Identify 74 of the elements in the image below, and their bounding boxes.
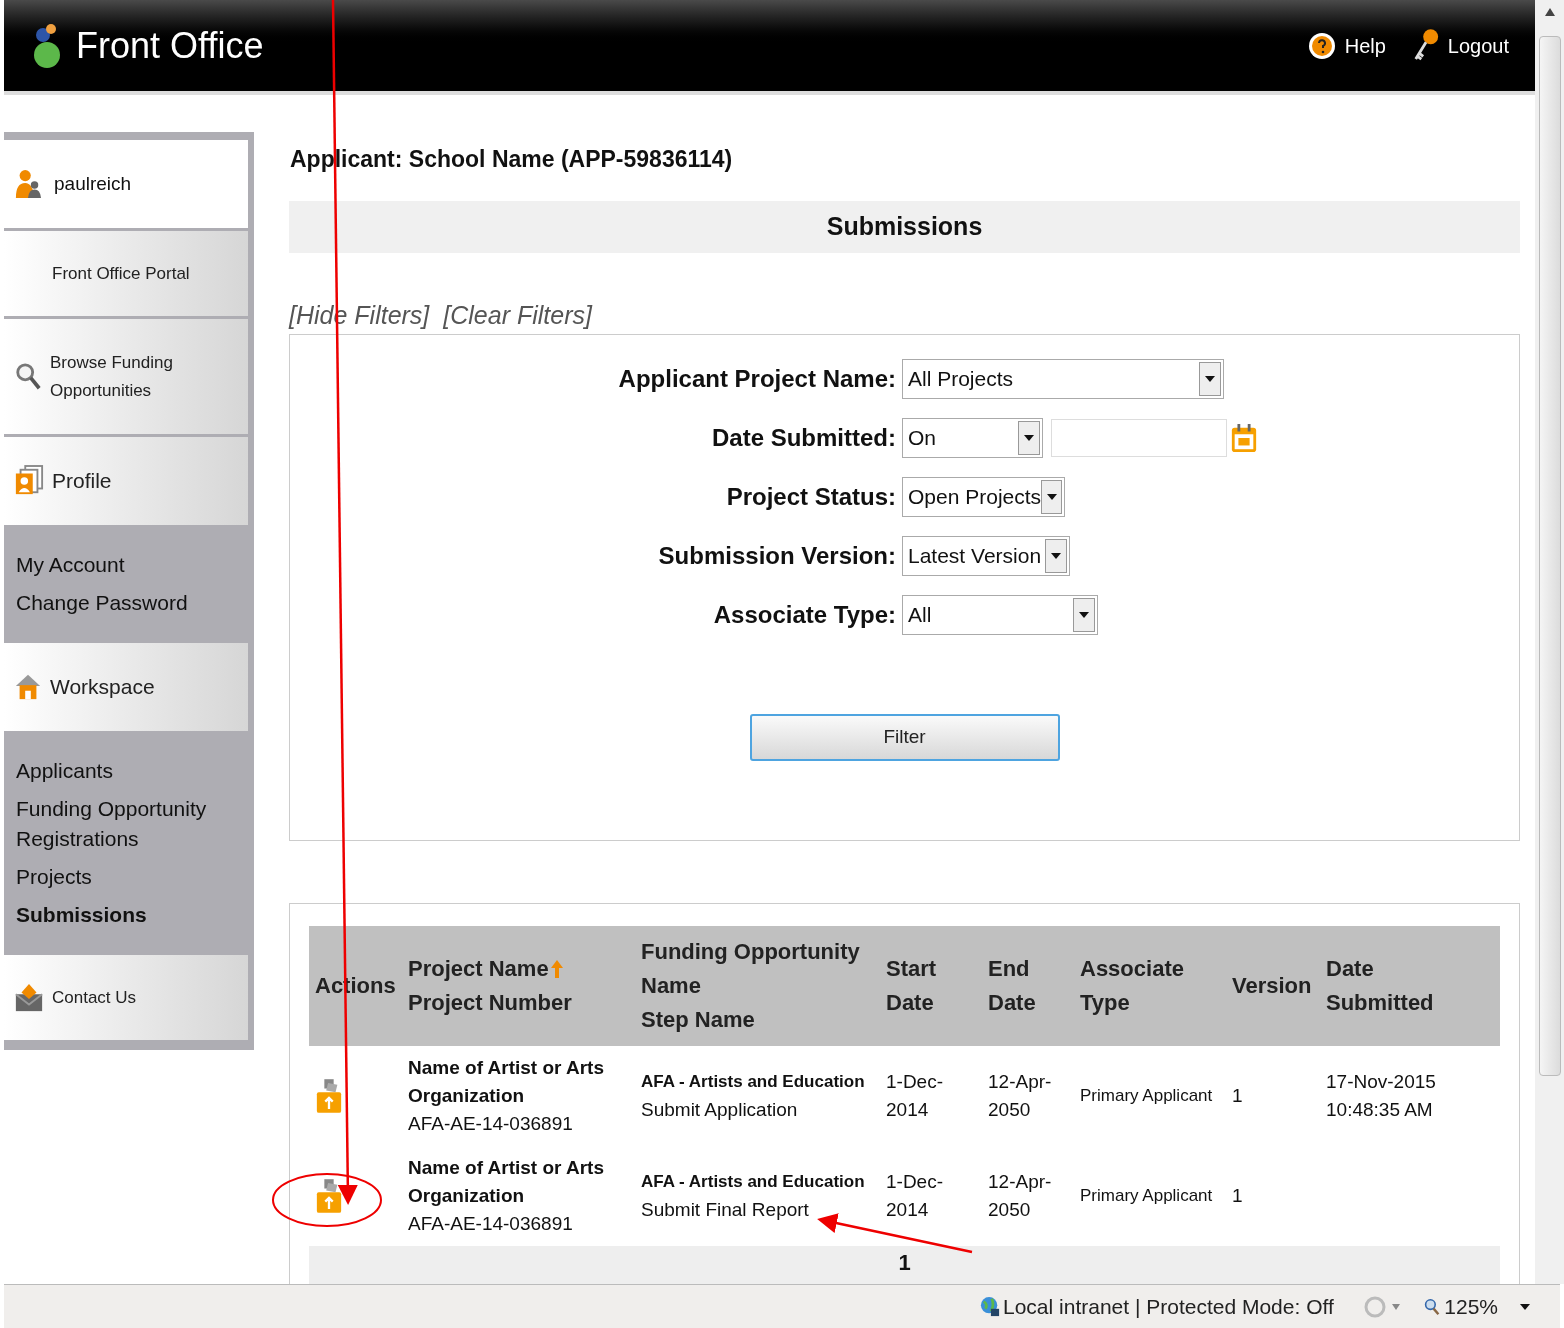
dropdown-caret-icon bbox=[1046, 494, 1057, 500]
filter-label: Applicant Project Name: bbox=[617, 364, 897, 394]
column-header[interactable]: Version bbox=[1226, 969, 1320, 1003]
filter-link[interactable]: [Clear Filters] bbox=[443, 296, 592, 334]
date-input-field[interactable] bbox=[1051, 419, 1227, 457]
security-zone-text: Local intranet | Protected Mode: Off bbox=[1003, 1293, 1334, 1320]
end-date: 12-Apr-2050 bbox=[988, 1070, 1053, 1122]
dropdown-caret-icon bbox=[1079, 612, 1089, 618]
select-field[interactable]: All bbox=[902, 595, 1098, 635]
funding-opportunity-name: AFA - Artists and Education bbox=[641, 1071, 866, 1093]
sidebar-nav-tile[interactable]: Workspace bbox=[4, 643, 248, 731]
edit-document-icon[interactable] bbox=[315, 1176, 343, 1216]
home-icon bbox=[14, 672, 42, 702]
select-field[interactable]: All Projects bbox=[902, 359, 1224, 399]
date-submitted: 17-Nov-2015 10:48:35 AM bbox=[1326, 1070, 1437, 1122]
help-icon bbox=[1306, 30, 1337, 61]
scroll-up-icon[interactable] bbox=[1544, 8, 1555, 16]
sidebar-nav-tile[interactable]: Profile bbox=[4, 437, 248, 525]
dropdown-caret-icon bbox=[1520, 1303, 1530, 1310]
sidebar-link[interactable]: Change Password bbox=[16, 588, 250, 618]
filter-button[interactable]: Filter bbox=[749, 714, 1060, 761]
logout-link[interactable]: Logout bbox=[1411, 26, 1509, 65]
sidebar-nav-tile[interactable]: Front Office Portal bbox=[4, 231, 248, 316]
calendar-icon[interactable] bbox=[1230, 421, 1258, 455]
column-header[interactable]: Associate Type bbox=[1074, 952, 1226, 1020]
funding-opportunity-name: AFA - Artists and Education bbox=[641, 1171, 866, 1193]
project-number: AFA-AE-14-036891 bbox=[408, 1212, 574, 1236]
edit-document-icon[interactable] bbox=[315, 1076, 343, 1116]
project-name: Name of Artist or Arts Organization bbox=[408, 1156, 605, 1208]
magnifier-icon bbox=[1424, 1296, 1441, 1317]
end-date: 12-Apr-2050 bbox=[988, 1170, 1053, 1222]
associate-type: Primary Applicant bbox=[1080, 1185, 1214, 1207]
sidebar-link[interactable]: Applicants bbox=[16, 756, 250, 786]
version: 1 bbox=[1232, 1184, 1244, 1208]
sort-arrow-icon bbox=[550, 960, 563, 978]
column-header[interactable]: Funding Opportunity Name Step Name bbox=[635, 935, 880, 1037]
filter-label: Project Status: bbox=[725, 482, 897, 512]
start-date: 1-Dec-2014 bbox=[886, 1070, 944, 1122]
app-title: Front Office bbox=[76, 23, 264, 68]
dropdown-caret-icon bbox=[1205, 376, 1215, 382]
zoom-button[interactable]: 125% bbox=[1424, 1290, 1530, 1323]
column-header[interactable]: End Date bbox=[982, 952, 1074, 1020]
sidebar-link[interactable]: My Account bbox=[16, 550, 250, 580]
filter-label: Submission Version: bbox=[657, 541, 897, 571]
help-link[interactable]: Help bbox=[1306, 30, 1386, 61]
column-header[interactable]: Project Name Project Number bbox=[402, 952, 635, 1020]
associate-type: Primary Applicant bbox=[1080, 1085, 1214, 1107]
scrollbar-thumb[interactable] bbox=[1538, 36, 1561, 1076]
select-field[interactable]: Latest Version bbox=[902, 536, 1070, 576]
sidebar-link[interactable]: Submissions bbox=[16, 900, 250, 930]
filter-label: Associate Type: bbox=[712, 600, 897, 630]
dropdown-caret-icon bbox=[1024, 435, 1034, 441]
page-number[interactable]: 1 bbox=[898, 1250, 911, 1284]
sidebar-link[interactable]: Funding Opportunity Registrations bbox=[16, 794, 250, 854]
filter-label: Date Submitted: bbox=[711, 423, 897, 453]
step-name: Submit Application bbox=[641, 1098, 799, 1122]
select-field[interactable]: Open Projects bbox=[902, 477, 1065, 517]
project-number: AFA-AE-14-036891 bbox=[408, 1112, 574, 1136]
select-field[interactable]: On bbox=[902, 418, 1043, 458]
start-date: 1-Dec-2014 bbox=[886, 1170, 944, 1222]
step-name: Submit Final Report bbox=[641, 1198, 810, 1222]
dropdown-caret-icon bbox=[1051, 553, 1061, 559]
sidebar-nav-tile[interactable]: Browse Funding Opportunities bbox=[4, 319, 248, 434]
globe-icon bbox=[980, 1294, 1000, 1319]
sidebar-link[interactable]: Projects bbox=[16, 862, 250, 892]
project-name: Name of Artist or Arts Organization bbox=[408, 1056, 605, 1108]
vertical-scrollbar[interactable] bbox=[1535, 0, 1564, 1284]
panel-title: Submissions bbox=[289, 200, 1520, 253]
column-header[interactable]: Date Submitted bbox=[1320, 952, 1500, 1020]
username: paulreich bbox=[54, 171, 132, 196]
version: 1 bbox=[1232, 1084, 1244, 1108]
sidebar-nav-tile[interactable]: Contact Us bbox=[4, 955, 248, 1040]
column-header[interactable]: Start Date bbox=[880, 952, 982, 1020]
user-icon bbox=[14, 168, 42, 200]
